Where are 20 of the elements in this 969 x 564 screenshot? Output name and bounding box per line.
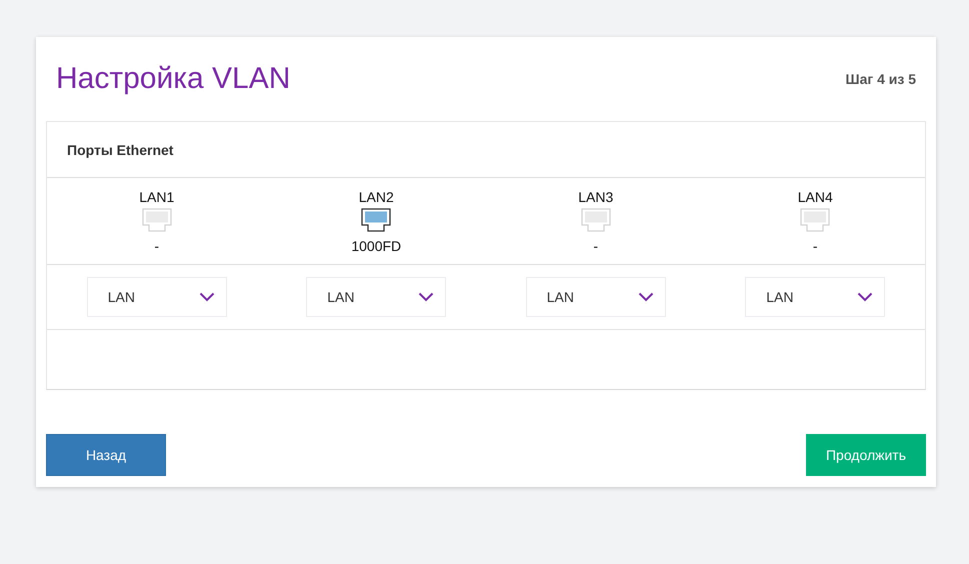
panel-heading: Порты Ethernet (67, 142, 174, 158)
page-title: Настройка VLAN (56, 62, 290, 96)
mode-dropdown[interactable]: LAN (306, 277, 446, 317)
port-speed: - (154, 238, 160, 254)
port-label: LAN2 (358, 189, 394, 205)
step-indicator: Шаг 4 из 5 (846, 71, 916, 87)
port-speed: 1000FD (351, 238, 402, 254)
port-label: LAN4 (798, 189, 833, 205)
chevron-down-icon (638, 292, 654, 302)
chevron-down-icon (198, 292, 215, 302)
mode-dropdown[interactable]: LAN (526, 277, 666, 317)
port-label: LAN1 (139, 189, 174, 205)
chevron-down-icon (857, 292, 874, 302)
mode-dropdown[interactable]: LAN (86, 277, 227, 317)
back-button[interactable]: Назад (46, 434, 166, 476)
port-speed: - (593, 238, 598, 254)
port-label: LAN3 (578, 189, 614, 205)
mode-dropdown[interactable]: LAN (745, 277, 886, 317)
chevron-down-icon (418, 292, 434, 302)
port-speed: - (812, 238, 818, 254)
